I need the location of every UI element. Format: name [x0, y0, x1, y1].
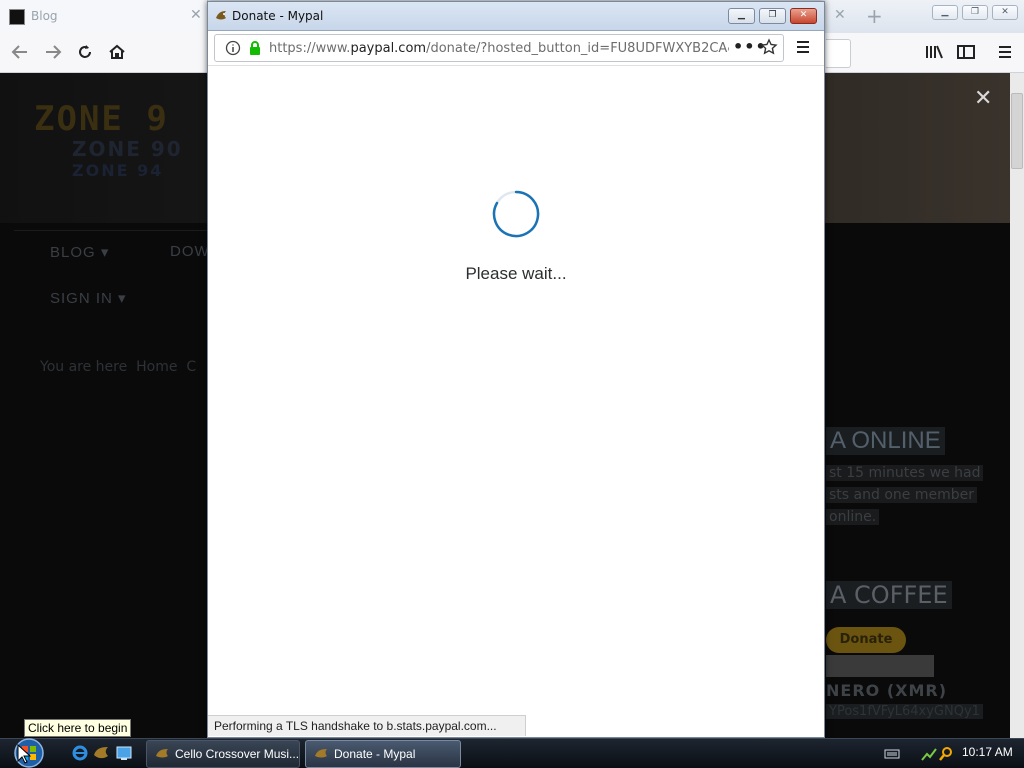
- library-icon[interactable]: [923, 42, 945, 62]
- internet-explorer-icon[interactable]: [71, 744, 89, 762]
- page-sidebar: A ONLINE st 15 minutes we had sts and on…: [826, 393, 1010, 738]
- background-url-field[interactable]: [826, 39, 851, 68]
- tab-title: Blog: [31, 9, 58, 23]
- close-window-button[interactable]: ✕: [992, 5, 1018, 20]
- popup-url-text[interactable]: https://www.paypal.com/donate/?hosted_bu…: [269, 41, 729, 56]
- loading-spinner-icon: [492, 190, 540, 238]
- start-tooltip: Click here to begin: [24, 719, 132, 737]
- restore-button[interactable]: ❐: [962, 5, 988, 20]
- menu-item-sign-in[interactable]: SIGN IN ▾: [50, 289, 127, 307]
- site-logo-text: ZONE 9: [34, 99, 169, 139]
- search-icon[interactable]: [938, 746, 954, 762]
- paypal-donate-button[interactable]: Donate: [826, 627, 906, 653]
- popup-title: Donate - Mypal: [232, 9, 324, 23]
- taskbar-item[interactable]: Cello Crossover Musi...: [146, 740, 300, 768]
- forward-arrow-icon[interactable]: [42, 42, 64, 62]
- menu-item-downloads[interactable]: DOW: [170, 243, 210, 260]
- popup-close-button[interactable]: ✕: [790, 8, 817, 24]
- payment-cards-image: [826, 655, 934, 677]
- site-logo-text: ZONE 90: [72, 137, 183, 161]
- mypal-app-icon: [216, 11, 226, 20]
- tab-blog[interactable]: Blog ✕: [0, 0, 208, 33]
- online-title: A ONLINE: [826, 427, 945, 455]
- popup-divider: [208, 65, 824, 66]
- new-tab-icon[interactable]: +: [866, 4, 883, 28]
- online-text: st 15 minutes we had: [826, 465, 984, 481]
- popup-menu-icon[interactable]: [795, 37, 811, 57]
- breadcrumb: You are here Home C: [40, 359, 197, 375]
- sidebar-toggle-icon[interactable]: [955, 42, 977, 62]
- mypal-app-icon: [315, 749, 327, 758]
- network-icon[interactable]: [920, 746, 938, 762]
- mypal-quicklaunch-icon[interactable]: [93, 744, 111, 762]
- hamburger-menu-icon[interactable]: [994, 42, 1016, 62]
- bookmark-star-icon[interactable]: [760, 38, 778, 56]
- popup-minimize-button[interactable]: ▁: [728, 8, 755, 24]
- home-icon[interactable]: [106, 42, 128, 62]
- minimize-button[interactable]: ▁: [932, 5, 958, 20]
- tab-close-icon[interactable]: ✕: [190, 7, 202, 23]
- back-arrow-icon[interactable]: [9, 42, 31, 62]
- page-scrollbar[interactable]: [1010, 73, 1024, 738]
- info-icon[interactable]: [225, 40, 241, 56]
- loading-text: Please wait...: [465, 264, 567, 283]
- donate-popup-window: Donate - Mypal ▁ ❐ ✕ https://www.paypal.…: [207, 1, 825, 738]
- close-overlay-icon[interactable]: ✕: [974, 86, 992, 111]
- popup-url-bar[interactable]: https://www.paypal.com/donate/?hosted_bu…: [214, 34, 784, 62]
- coffee-title: A COFFEE: [826, 581, 952, 609]
- tab-close-icon[interactable]: ✕: [834, 7, 846, 23]
- site-favicon-icon: [9, 9, 25, 25]
- popup-maximize-button[interactable]: ❐: [759, 8, 786, 24]
- clock: 10:17 AM: [962, 745, 1013, 759]
- status-bar: Performing a TLS handshake to b.stats.pa…: [208, 715, 526, 736]
- mypal-app-icon: [156, 749, 168, 758]
- reload-icon[interactable]: [74, 42, 96, 62]
- online-text: sts and one member: [826, 487, 977, 503]
- taskbar-item-active[interactable]: Donate - Mypal: [305, 740, 461, 768]
- secure-lock-icon[interactable]: [248, 40, 262, 56]
- monero-address: YPos1fVFyL64xyGNQy1: [826, 704, 983, 719]
- keyboard-icon[interactable]: [884, 748, 900, 760]
- popup-titlebar[interactable]: Donate - Mypal ▁ ❐ ✕: [208, 2, 824, 31]
- menu-item-blog[interactable]: BLOG ▾: [50, 243, 109, 261]
- scrollbar-thumb[interactable]: [1011, 93, 1023, 169]
- mouse-cursor-icon: [17, 744, 31, 764]
- menu-divider: [14, 230, 214, 231]
- site-logo-text: ZONE 94: [72, 161, 164, 180]
- monero-title: NERO (XMR): [826, 681, 948, 700]
- show-desktop-icon[interactable]: [115, 744, 133, 762]
- online-text: online.: [826, 509, 880, 525]
